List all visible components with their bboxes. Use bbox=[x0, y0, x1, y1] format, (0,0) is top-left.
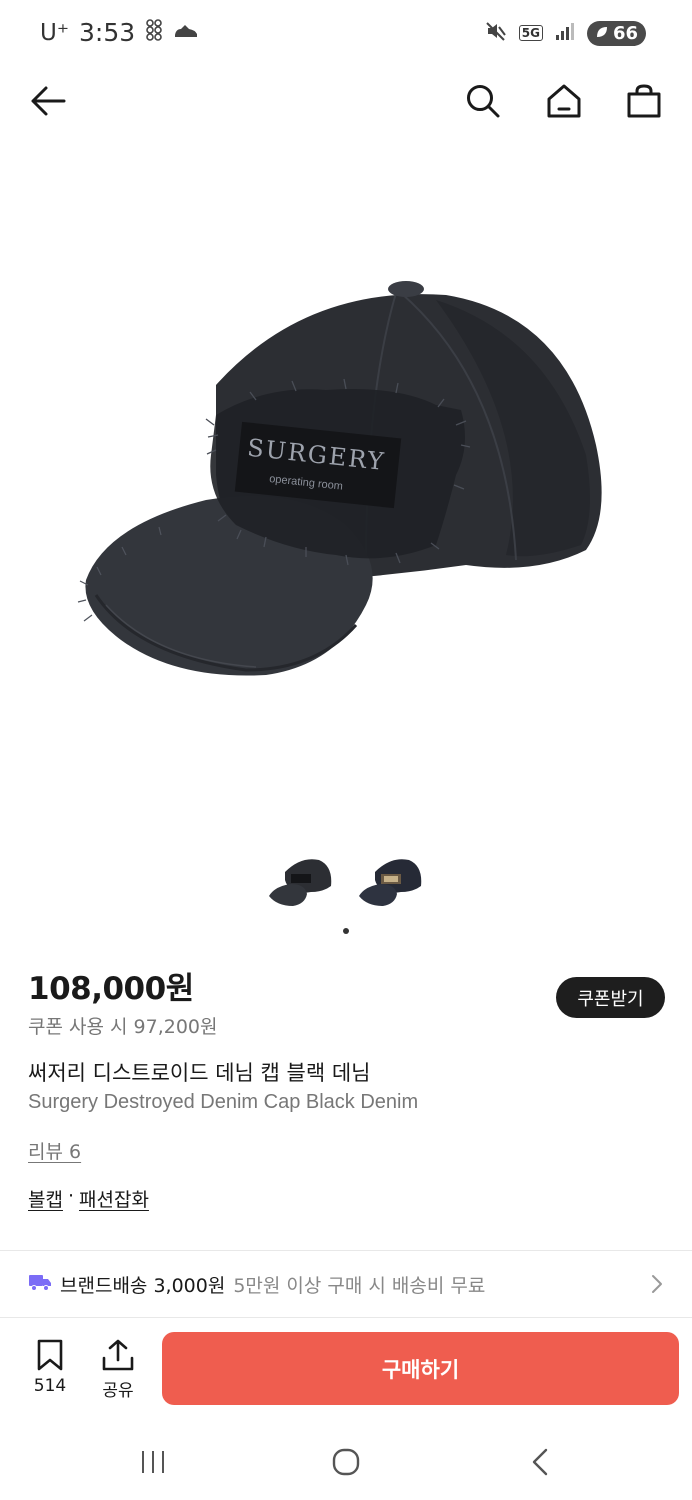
shopping-bag-icon bbox=[627, 84, 661, 118]
top-nav bbox=[0, 70, 692, 132]
chevron-right-icon bbox=[650, 1273, 664, 1299]
share-icon bbox=[102, 1339, 134, 1371]
home-button[interactable] bbox=[541, 78, 587, 124]
carrier-label: U⁺ bbox=[40, 19, 69, 46]
category-link-fashion-goods[interactable]: 패션잡화 bbox=[79, 1185, 149, 1212]
product-price: 108,000원 bbox=[28, 971, 194, 1007]
truck-icon bbox=[28, 1273, 52, 1295]
leaf-icon bbox=[595, 23, 609, 44]
thumbnail-2[interactable] bbox=[357, 852, 425, 916]
category-link-ballcap[interactable]: 볼캡 bbox=[28, 1185, 63, 1212]
app-notification-icon bbox=[145, 18, 163, 47]
breadcrumb-separator: · bbox=[67, 1185, 75, 1207]
signal-icon bbox=[555, 21, 575, 45]
gallery-thumbnails bbox=[0, 852, 692, 916]
product-name-english: Surgery Destroyed Denim Cap Black Denim bbox=[28, 1091, 419, 1113]
system-navigation-bar bbox=[0, 1420, 692, 1500]
shipping-fee: 브랜드배송 3,000원 bbox=[60, 1274, 226, 1297]
bottom-action-bar: 514 공유 구매하기 bbox=[0, 1318, 692, 1418]
pagination-dot-active bbox=[343, 928, 349, 934]
category-breadcrumb: 볼캡 · 패션잡화 bbox=[28, 1185, 149, 1212]
home-circle-icon bbox=[332, 1448, 360, 1476]
gallery-pagination bbox=[0, 928, 692, 934]
bookmark-icon bbox=[37, 1339, 63, 1371]
network-badge: 5G bbox=[518, 25, 543, 41]
share-button[interactable]: 공유 bbox=[96, 1338, 140, 1401]
share-label: 공유 bbox=[102, 1381, 134, 1401]
back-button[interactable] bbox=[25, 78, 71, 124]
get-coupon-button[interactable]: 쿠폰받기 bbox=[556, 977, 665, 1018]
bookmark-count: 514 bbox=[33, 1376, 67, 1396]
battery-indicator: 66 bbox=[586, 20, 646, 46]
bookmark-button[interactable]: 514 bbox=[28, 1338, 72, 1396]
recent-apps-button[interactable] bbox=[133, 1444, 173, 1480]
shopping-bag-button[interactable] bbox=[621, 78, 667, 124]
chevron-left-icon bbox=[532, 1448, 548, 1476]
thumbnail-cap-icon bbox=[359, 859, 422, 906]
shipping-free-condition: 5만원 이상 구매 시 배송비 무료 bbox=[233, 1274, 486, 1297]
arrow-left-icon bbox=[31, 86, 66, 116]
product-name-korean: 써저리 디스트로이드 데님 캡 블랙 데님 bbox=[28, 1061, 371, 1085]
shoe-notification-icon bbox=[173, 18, 199, 47]
battery-level: 66 bbox=[612, 22, 638, 44]
recents-icon bbox=[142, 1451, 164, 1473]
status-bar: U⁺ 3:53 5G 66 bbox=[0, 0, 692, 70]
thumbnail-1[interactable] bbox=[267, 852, 335, 916]
search-icon bbox=[467, 85, 500, 118]
product-image[interactable]: SURGERY operating room bbox=[0, 150, 692, 840]
coupon-price: 쿠폰 사용 시 97,200원 bbox=[28, 1016, 218, 1038]
thumbnail-cap-icon bbox=[269, 859, 332, 906]
system-back-button[interactable] bbox=[520, 1444, 560, 1480]
home-icon bbox=[547, 84, 581, 118]
system-home-button[interactable] bbox=[326, 1444, 366, 1480]
mute-icon bbox=[485, 20, 507, 46]
buy-button[interactable]: 구매하기 bbox=[162, 1332, 679, 1405]
cap-image: SURGERY operating room bbox=[77, 281, 602, 676]
clock: 3:53 bbox=[78, 18, 136, 47]
shipping-info-row[interactable]: 브랜드배송 3,000원 5만원 이상 구매 시 배송비 무료 bbox=[0, 1251, 692, 1317]
search-button[interactable] bbox=[460, 78, 506, 124]
review-link[interactable]: 리뷰 6 bbox=[28, 1137, 81, 1164]
